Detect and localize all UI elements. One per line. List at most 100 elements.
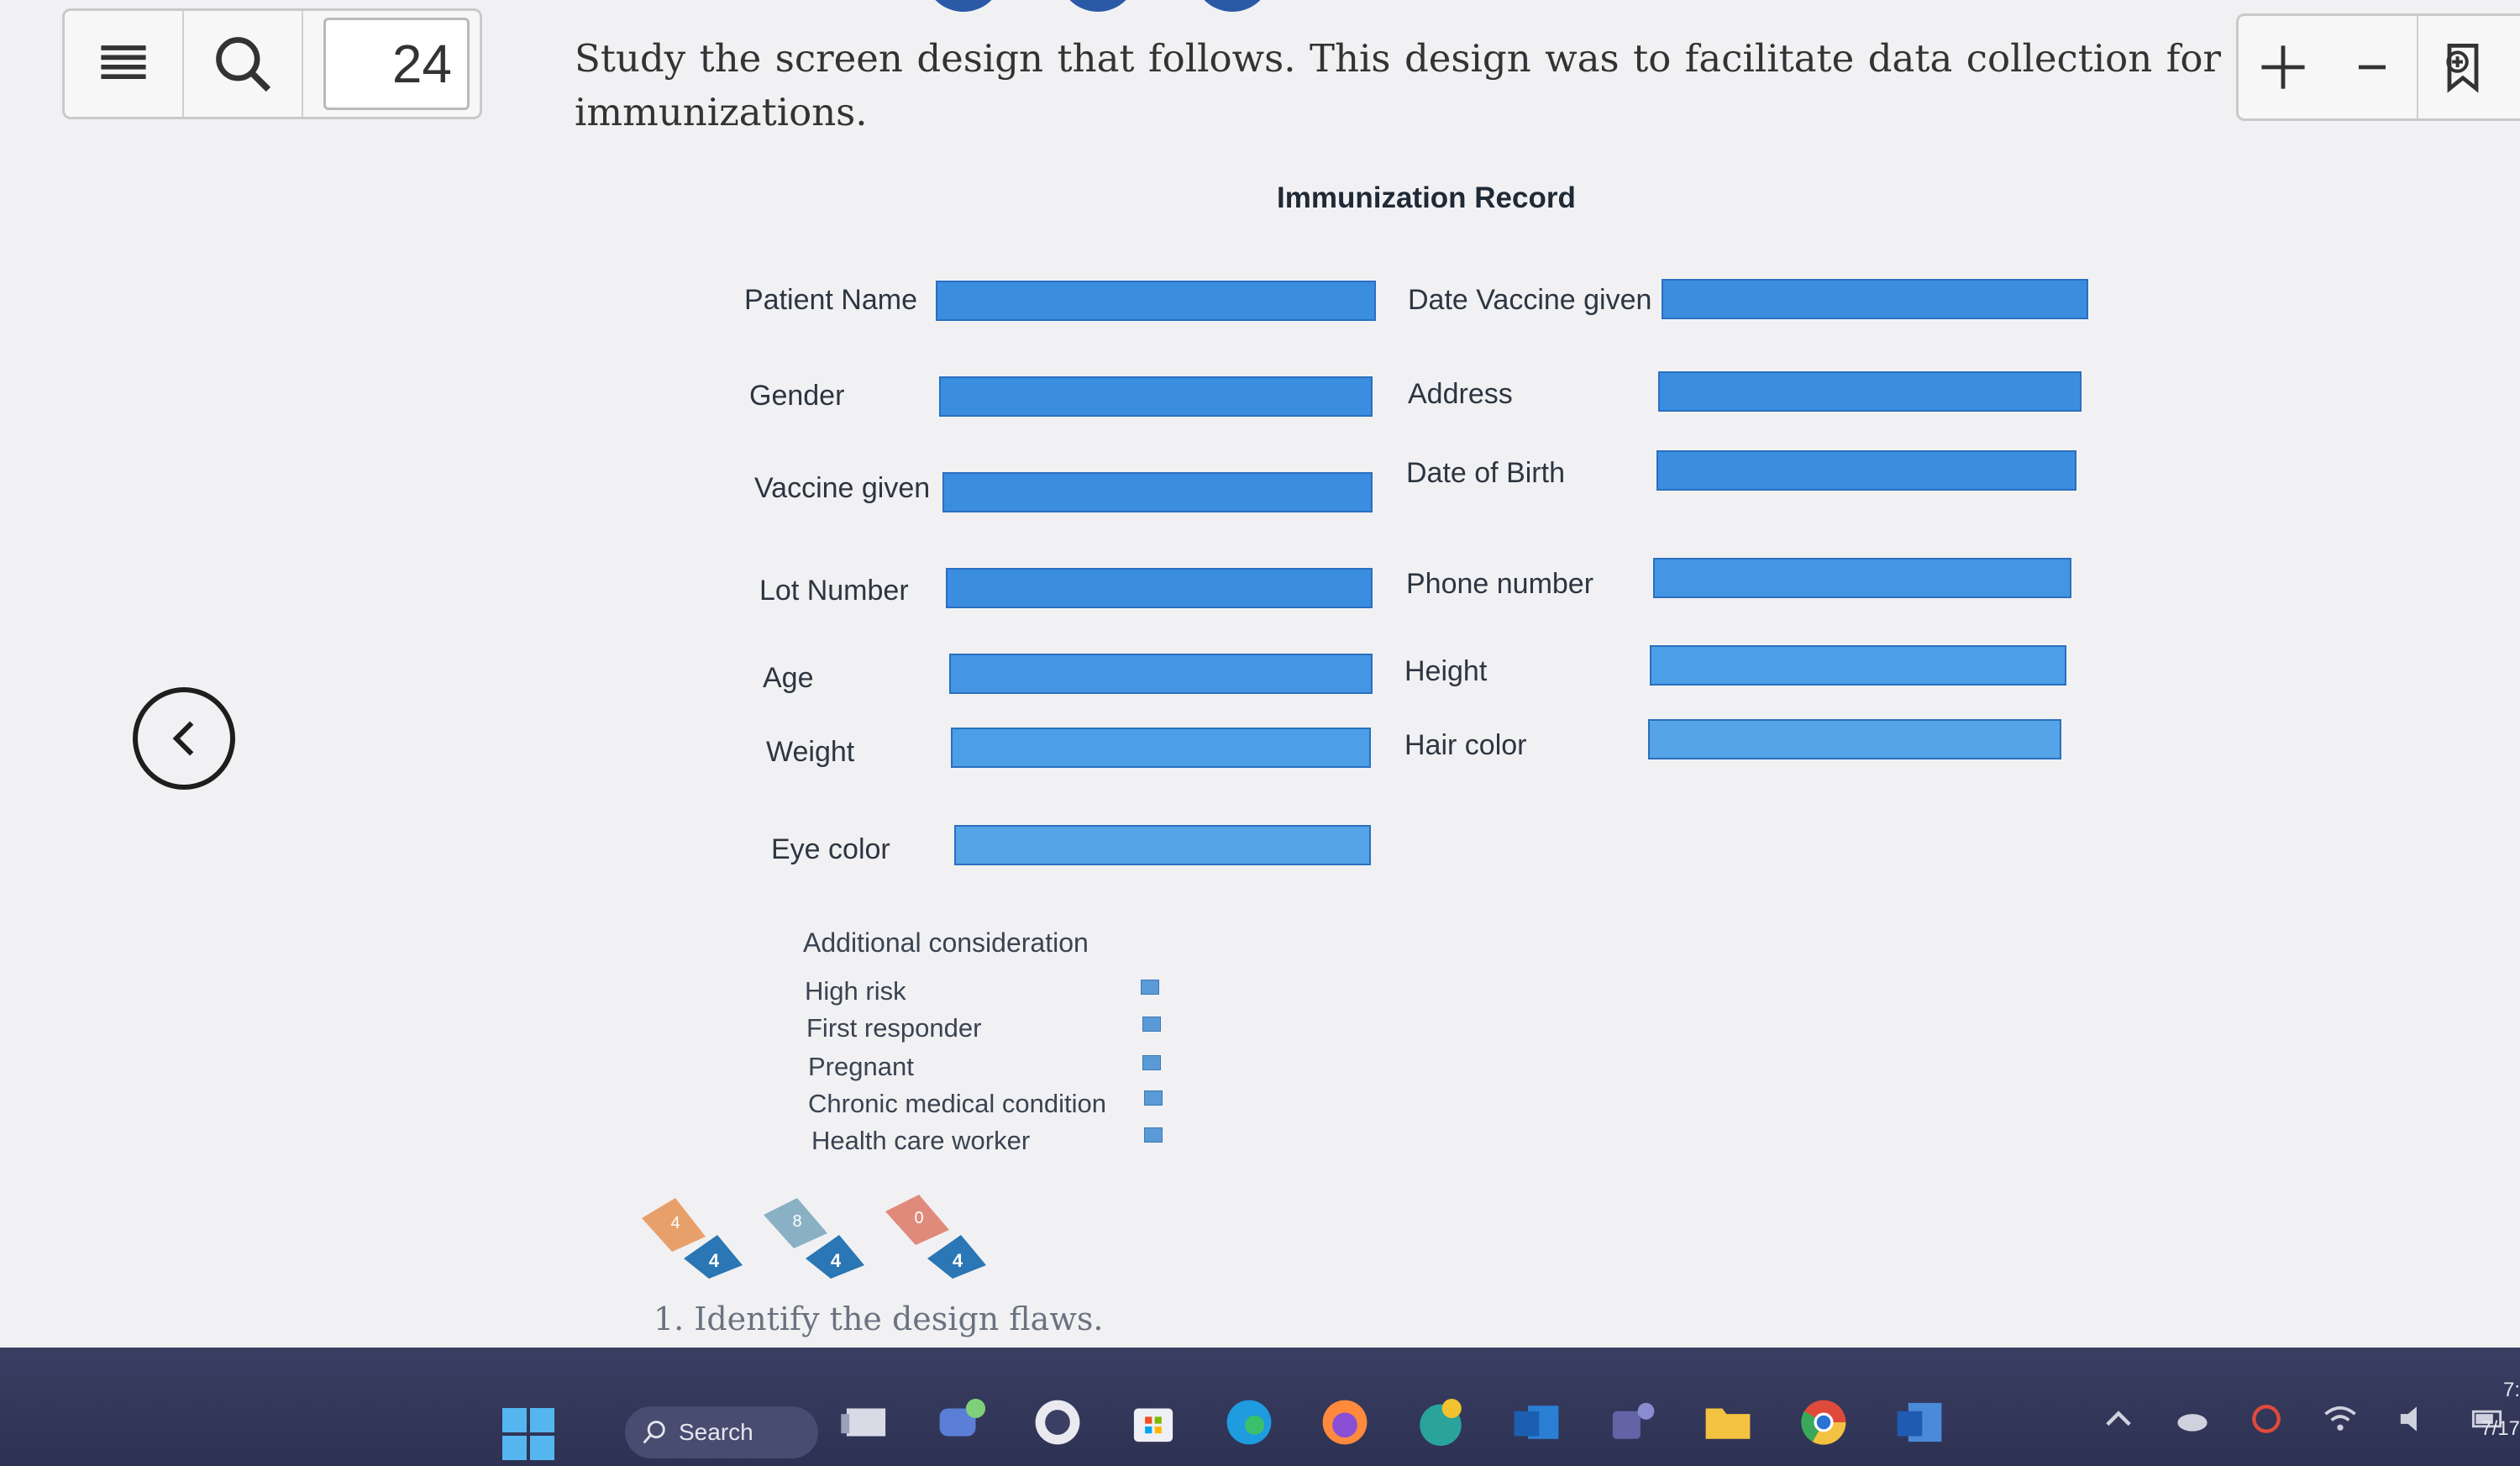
word-icon [1897, 1402, 1942, 1442]
option-label-health-care-worker: Health care worker [811, 1126, 1031, 1155]
volume-icon[interactable] [2396, 1400, 2433, 1437]
svg-text:8: 8 [792, 1212, 801, 1231]
label-vaccine-given: Vaccine given [754, 472, 931, 504]
minus-icon [2359, 65, 2386, 70]
label-age: Age [763, 662, 814, 694]
outlook-button[interactable] [1505, 1391, 1567, 1453]
top-decoration [924, 0, 1277, 17]
teams-button[interactable] [1601, 1391, 1663, 1453]
edge-icon [1226, 1400, 1272, 1445]
badge-group: 4 4 8 4 0 4 [638, 1193, 991, 1294]
store-icon [1133, 1408, 1173, 1442]
svg-text:0: 0 [914, 1209, 923, 1227]
option-label-high-risk: High risk [805, 976, 906, 1006]
start-button[interactable] [502, 1408, 554, 1460]
chevron-left-icon [172, 721, 194, 756]
badge: 0 4 [882, 1193, 991, 1285]
label-address: Address [1408, 378, 1513, 410]
intro-paragraph: Study the screen design that follows. Th… [575, 36, 2221, 134]
back-button[interactable] [133, 687, 235, 790]
cloud-icon[interactable] [2174, 1400, 2211, 1437]
taskbar-clock[interactable]: 7: 7/17 [2461, 1371, 2520, 1448]
firefox-button[interactable] [1314, 1391, 1376, 1453]
badge: 4 4 [638, 1193, 748, 1285]
taskbar: Search 7: 7/17 [0, 1348, 2520, 1466]
search-button[interactable] [184, 11, 303, 117]
plus-icon [2261, 45, 2305, 89]
teams-icon [1612, 1402, 1655, 1439]
label-gender: Gender [749, 380, 845, 412]
label-hair-color: Hair color [1404, 729, 1527, 761]
input-phone-number[interactable] [1653, 558, 2071, 598]
bookmark-add-icon [2446, 44, 2479, 93]
hamburger-menu-icon [101, 45, 146, 80]
input-lot-number[interactable] [946, 568, 1373, 608]
question-1: 1. Identify the design flaws. [654, 1300, 1104, 1337]
taskbar-search[interactable]: Search [625, 1406, 818, 1458]
input-hair-color[interactable] [1648, 719, 2061, 759]
outlook-icon [1514, 1406, 1559, 1439]
additional-consideration-title: Additional consideration [803, 927, 1089, 958]
folder-icon [1705, 1408, 1751, 1439]
firefox-icon [1322, 1400, 1368, 1445]
label-lot-number: Lot Number [759, 575, 909, 607]
checkbox-first-responder[interactable] [1142, 1017, 1161, 1032]
zoom-out-button[interactable] [2328, 16, 2417, 118]
sync-icon[interactable] [2248, 1400, 2285, 1437]
input-height[interactable] [1650, 645, 2066, 686]
label-date-vaccine-given: Date Vaccine given [1408, 284, 1652, 316]
input-address[interactable] [1658, 371, 2082, 412]
task-view-icon [841, 1408, 886, 1437]
input-gender[interactable] [939, 376, 1373, 417]
clock-time: 7: [2502, 1379, 2520, 1401]
viewer-toolbar-right [2236, 13, 2520, 121]
chrome-icon [1801, 1400, 1846, 1445]
label-height: Height [1404, 655, 1488, 687]
chat-icon [939, 1398, 986, 1437]
label-weight: Weight [766, 736, 855, 768]
input-eye-color[interactable] [954, 825, 1371, 865]
app-icon [1420, 1398, 1462, 1447]
checkbox-high-risk[interactable] [1141, 980, 1159, 995]
app-button[interactable] [1410, 1391, 1472, 1453]
svg-text:4: 4 [670, 1214, 680, 1232]
label-date-of-birth: Date of Birth [1406, 457, 1565, 489]
task-view-button[interactable] [835, 1391, 897, 1453]
badge: 8 4 [760, 1193, 869, 1285]
svg-text:4: 4 [953, 1250, 963, 1271]
app-button[interactable] [1026, 1391, 1089, 1453]
chevron-up-icon[interactable] [2100, 1400, 2137, 1437]
chat-app-button[interactable] [931, 1391, 993, 1453]
label-phone-number: Phone number [1406, 568, 1594, 600]
clock-date: 7/17 [2481, 1417, 2520, 1440]
search-icon [216, 37, 271, 92]
app-icon [1035, 1400, 1080, 1445]
zoom-in-button[interactable] [2239, 16, 2328, 118]
wifi-icon[interactable] [2322, 1400, 2359, 1437]
option-label-first-responder: First responder [806, 1013, 982, 1043]
input-vaccine-given[interactable] [942, 472, 1373, 512]
store-button[interactable] [1122, 1391, 1184, 1453]
checkbox-health-care-worker[interactable] [1144, 1127, 1163, 1143]
option-label-chronic-medical-condition: Chronic medical condition [808, 1089, 1106, 1118]
input-date-vaccine-given[interactable] [1662, 279, 2088, 319]
chrome-button[interactable] [1793, 1391, 1855, 1453]
input-weight[interactable] [951, 728, 1371, 768]
file-explorer-button[interactable] [1697, 1391, 1759, 1453]
input-date-of-birth[interactable] [1656, 450, 2076, 491]
checkbox-pregnant[interactable] [1142, 1055, 1161, 1070]
menu-button[interactable] [65, 11, 184, 117]
edge-button[interactable] [1218, 1391, 1280, 1453]
input-patient-name[interactable] [936, 281, 1376, 321]
input-age[interactable] [949, 654, 1373, 694]
label-eye-color: Eye color [771, 833, 890, 865]
checkbox-chronic-medical-condition[interactable] [1144, 1090, 1163, 1106]
word-button[interactable] [1888, 1391, 1950, 1453]
form-title: Immunization Record [1277, 181, 1576, 214]
label-patient-name: Patient Name [744, 284, 917, 316]
taskbar-search-label: Search [679, 1419, 753, 1445]
bookmark-button[interactable] [2417, 16, 2507, 118]
system-tray [2100, 1390, 2507, 1448]
viewer-toolbar-left: 24 [62, 8, 482, 119]
page-number-input[interactable]: 24 [323, 18, 470, 110]
